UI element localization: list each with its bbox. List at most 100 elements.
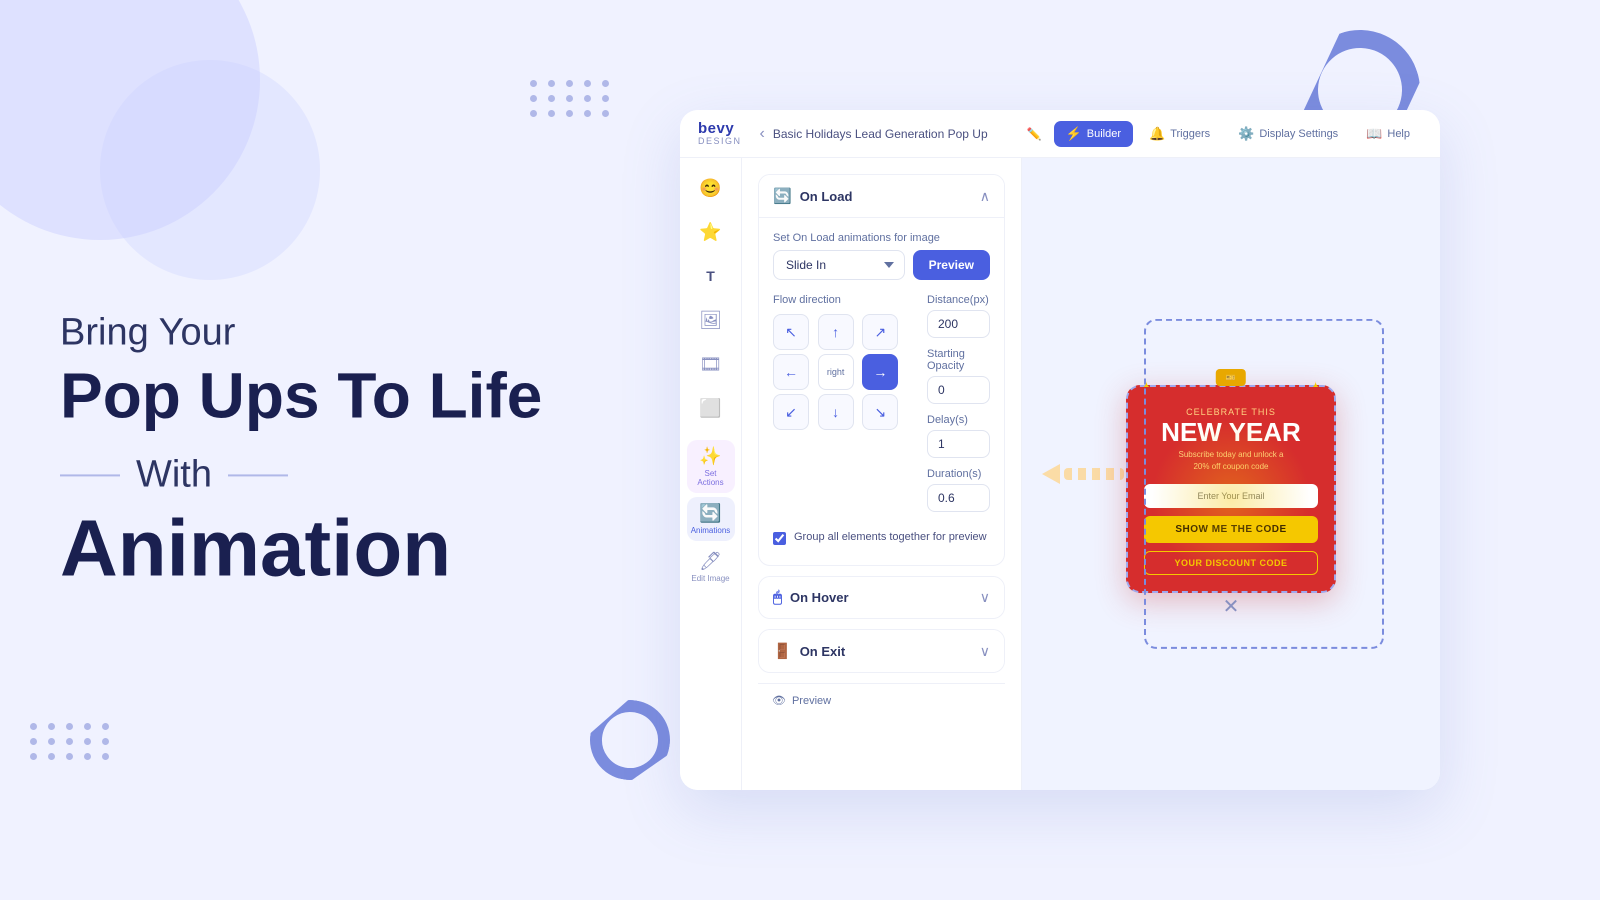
nav-back-button[interactable]: ‹ [760, 125, 765, 143]
distance-label: Distance(px) [927, 294, 990, 306]
on-exit-section[interactable]: 🚪 On Exit ∨ [758, 629, 1005, 673]
distance-input[interactable] [927, 310, 990, 338]
flow-bottom-right[interactable]: ↘ [862, 394, 898, 430]
flow-right[interactable]: → [862, 354, 898, 390]
triggers-tab-icon: 🔔 [1149, 126, 1165, 142]
main-area: 🔄 On Load ∧ Set On Load animations for i… [742, 158, 1440, 790]
on-load-left: 🔄 On Load [773, 187, 852, 205]
duration-label: Duration(s) [927, 468, 990, 480]
left-section: Bring Your Pop Ups To Life With Animatio… [60, 311, 620, 588]
on-hover-left: 🖱 On Hover [773, 589, 849, 606]
on-load-icon: 🔄 [773, 187, 792, 205]
starting-opacity-label: Starting Opacity [927, 348, 990, 372]
on-load-header[interactable]: 🔄 On Load ∧ [759, 175, 1004, 218]
on-load-label: On Load [800, 189, 853, 204]
edit-image-label: Edit Image [691, 574, 729, 583]
animations-label: Animations [691, 526, 731, 535]
tab-help[interactable]: 📖 Help [1354, 121, 1422, 147]
on-load-section: 🔄 On Load ∧ Set On Load animations for i… [758, 174, 1005, 566]
delay-input[interactable] [927, 430, 990, 458]
on-load-body: Set On Load animations for image Slide I… [759, 218, 1004, 565]
tab-display-settings[interactable]: ⚙️ Display Settings [1226, 121, 1350, 147]
on-load-chevron: ∧ [980, 188, 990, 205]
on-hover-icon: 🖱 [773, 589, 782, 606]
popup-primary-btn[interactable]: SHOW ME THE CODE [1144, 516, 1318, 543]
flow-direction-col: Flow direction ↖ ↑ ↗ ← right → ↙ ↓ [773, 294, 903, 522]
on-exit-header[interactable]: 🚪 On Exit ∨ [759, 630, 1004, 672]
flow-center[interactable]: right [818, 354, 854, 390]
preview-button[interactable]: Preview [913, 250, 990, 280]
flow-grid: ↖ ↑ ↗ ← right → ↙ ↓ ↘ [773, 314, 903, 430]
on-hover-section[interactable]: 🖱 On Hover ∨ [758, 576, 1005, 619]
edit-image-icon: 🖊 [699, 551, 722, 572]
headline-small: Bring Your [60, 311, 620, 354]
group-checkbox[interactable] [773, 532, 786, 545]
delay-label: Delay(s) [927, 414, 990, 426]
help-tab-icon: 📖 [1366, 126, 1382, 142]
display-settings-tab-icon: ⚙️ [1238, 126, 1254, 142]
builder-logo: bevy design [698, 121, 742, 146]
popup-wrapper: 🎫 ✦ ✦ CELEBRATE THIS NEW YEAR Subscribe … [1126, 385, 1336, 592]
flow-bottom-left[interactable]: ↙ [773, 394, 809, 430]
builder-header: bevy design ‹ Basic Holidays Lead Genera… [680, 110, 1440, 158]
on-hover-label: On Hover [790, 590, 849, 605]
flow-top[interactable]: ↑ [818, 314, 854, 350]
anim-select-row: Slide In Fade In Bounce Preview [773, 250, 990, 280]
on-exit-chevron: ∨ [980, 643, 990, 660]
builder-window: bevy design ‹ Basic Holidays Lead Genera… [680, 110, 1440, 790]
sidebar-icon-film[interactable]: 🎞 [691, 344, 731, 384]
logo-sub: design [698, 136, 742, 146]
preview-link-label: Preview [792, 695, 831, 707]
edit-title-icon[interactable]: ✏️ [1027, 127, 1042, 141]
starting-opacity-input[interactable] [927, 376, 990, 404]
builder-body: 😊 ⭐ T 🖼 🎞 ⬜ ✨ Set Actions 🔄 Animations 🖊… [680, 158, 1440, 790]
sidebar-icon-image[interactable]: 🖼 [691, 300, 731, 340]
bg-blob-2 [100, 60, 320, 280]
params-col: Distance(px) Starting Opacity Delay(s) D… [927, 294, 990, 522]
popup-secondary-btn[interactable]: YOUR DISCOUNT CODE [1144, 551, 1318, 575]
sidebar-edit-image[interactable]: 🖊 Edit Image [687, 545, 735, 589]
sidebar-icon-emoji[interactable]: 😊 [691, 168, 731, 208]
flow-bottom[interactable]: ↓ [818, 394, 854, 430]
popup-celebrate: CELEBRATE THIS [1144, 407, 1318, 417]
bg-curl-bottom [584, 694, 677, 787]
builder-tab-icon: ⚡ [1066, 126, 1082, 142]
flow-top-right[interactable]: ↗ [862, 314, 898, 350]
arrow-head-left [1042, 464, 1060, 484]
on-exit-left: 🚪 On Exit [773, 642, 845, 660]
flow-left[interactable]: ← [773, 354, 809, 390]
group-checkbox-row: Group all elements together for preview [773, 530, 990, 545]
tab-builder[interactable]: ⚡ Builder [1054, 121, 1133, 147]
flow-top-left[interactable]: ↖ [773, 314, 809, 350]
arrow-anim-left [1042, 464, 1124, 484]
sidebar-icon-text[interactable]: T [691, 256, 731, 296]
on-exit-icon: 🚪 [773, 642, 792, 660]
flow-direction-label: Flow direction [773, 294, 903, 306]
sidebar-icon-star[interactable]: ⭐ [691, 212, 731, 252]
set-actions-icon: ✨ [699, 446, 721, 467]
popup-card: 🎫 ✦ ✦ CELEBRATE THIS NEW YEAR Subscribe … [1126, 385, 1336, 592]
sidebar-icon-rect[interactable]: ⬜ [691, 388, 731, 428]
preview-bar: 👁 Preview [758, 683, 1005, 717]
dots-grid-bottom [30, 723, 112, 760]
animation-type-select[interactable]: Slide In Fade In Bounce [773, 250, 905, 280]
arrow-stripe [1064, 468, 1124, 480]
eye-icon: 👁 [772, 694, 786, 707]
popup-email-input[interactable] [1144, 484, 1318, 508]
tab-triggers[interactable]: 🔔 Triggers [1137, 121, 1222, 147]
builder-tabs: ⚡ Builder 🔔 Triggers ⚙️ Display Settings… [1054, 121, 1422, 147]
builder-title: Basic Holidays Lead Generation Pop Up [773, 127, 1027, 141]
animations-icon: 🔄 [699, 503, 721, 524]
sidebar-set-actions[interactable]: ✨ Set Actions [687, 440, 735, 493]
headline-large: Pop Ups To Life [60, 362, 620, 429]
set-label: Set On Load animations for image [773, 232, 990, 244]
popup-close-btn[interactable]: ✕ [1223, 594, 1240, 619]
popup-tag: 🎫 [1216, 369, 1246, 386]
preview-link[interactable]: 👁 Preview [772, 694, 831, 707]
flow-row: Flow direction ↖ ↑ ↗ ← right → ↙ ↓ [773, 294, 990, 522]
sidebar-animations[interactable]: 🔄 Animations [687, 497, 735, 541]
logo-name: bevy [698, 121, 742, 136]
on-hover-header[interactable]: 🖱 On Hover ∨ [759, 577, 1004, 618]
with-label: With [60, 454, 620, 497]
duration-input[interactable] [927, 484, 990, 512]
